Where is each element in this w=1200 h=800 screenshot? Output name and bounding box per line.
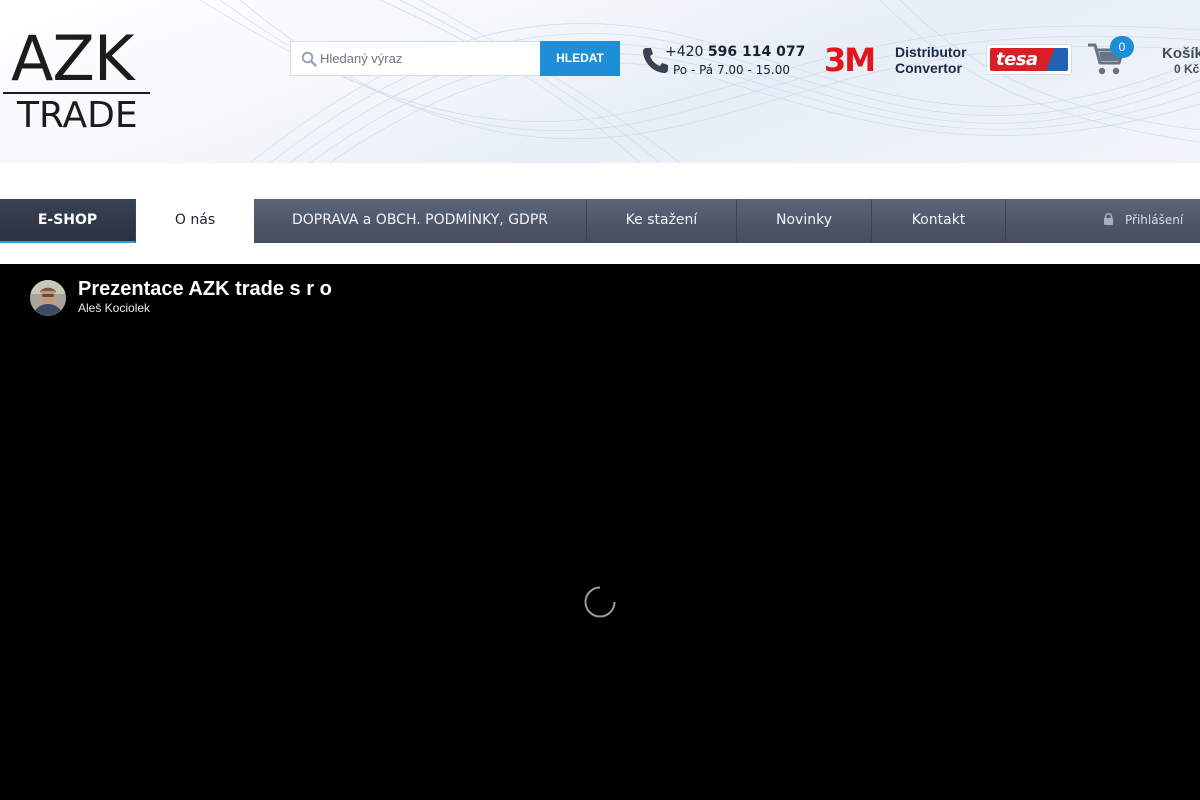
contact-phone: +420 596 114 077 Po - Pá 7.00 - 15.00 [640,44,810,84]
phone-digits: 596 114 077 [707,44,806,60]
login-label: Přihlášení [1125,213,1184,227]
tesa-logo-badge: tesa [990,48,1068,71]
avatar-portrait [30,280,66,316]
nav-item-novinky[interactable]: Novinky [737,199,872,243]
video-title[interactable]: Prezentace AZK trade s r o [78,278,332,301]
cart-count-badge: 0 [1110,36,1134,58]
tesa-logo-text: tesa [996,49,1038,70]
search-icon [301,51,317,67]
site-header: AZK TRADE HLEDAT +420 596 114 077 Po - P… [0,0,1200,163]
logo-line-2: TRADE [17,95,138,136]
search-button[interactable]: HLEDAT [540,41,620,76]
tesa-logo-stripe [1046,48,1068,71]
phone-number[interactable]: +420 596 114 077 [665,44,805,60]
nav-item-o-nas[interactable]: O nás [136,199,254,243]
cart-total: 0 Kč [1174,62,1200,76]
nav-item-doprava[interactable]: DOPRAVA a OBCH. PODMÍNKY, GDPR [254,199,587,243]
3m-logo: 3M [824,41,876,79]
nav-item-ke-stazeni[interactable]: Ke stažení [587,199,737,243]
office-hours: Po - Pá 7.00 - 15.00 [673,63,791,77]
lock-icon [1104,213,1113,225]
tesa-logo: tesa [986,44,1072,75]
main-navigation: E-SHOP O nás DOPRAVA a OBCH. PODMÍNKY, G… [0,199,1200,243]
search-bar: HLEDAT [290,41,620,76]
cart-label: Košík [1162,45,1200,62]
nav-item-kontakt[interactable]: Kontakt [872,199,1006,243]
site-logo[interactable]: AZK TRADE [3,24,153,136]
cart-widget[interactable]: 0 Košík 0 Kč [1088,36,1200,88]
search-field [290,41,541,76]
distributor-line-1: Distributor [895,44,967,60]
nav-item-eshop[interactable]: E-SHOP [0,199,136,243]
header-wave-background [199,0,1200,163]
phone-prefix: +420 [665,44,704,60]
distributor-line-2: Convertor [895,60,962,76]
search-input[interactable] [320,42,538,75]
video-player[interactable]: Prezentace AZK trade s r o Aleš Kociolek [0,264,1200,800]
logo-divider [3,92,150,94]
distributor-label: Distributor Convertor [895,44,967,76]
author-avatar[interactable] [30,280,66,316]
video-author[interactable]: Aleš Kociolek [78,301,150,315]
logo-line-1: AZK [11,22,135,95]
loading-spinner-icon [584,586,616,618]
